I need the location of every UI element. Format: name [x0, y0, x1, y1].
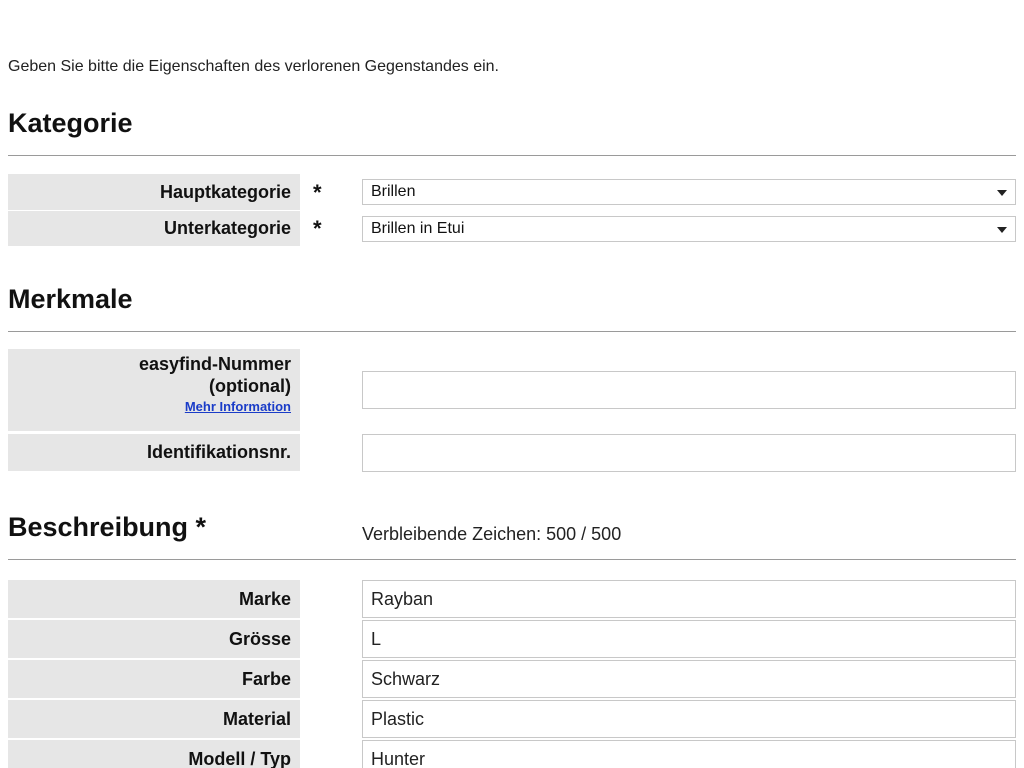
modell-typ-input[interactable]: Hunter: [362, 740, 1016, 768]
hauptkategorie-value: Brillen: [371, 183, 416, 200]
groesse-input[interactable]: L: [362, 620, 1016, 658]
section-title-merkmale: Merkmale: [8, 284, 133, 314]
easyfind-label-line2: (optional): [209, 376, 291, 396]
farbe-input[interactable]: Schwarz: [362, 660, 1016, 698]
divider: [8, 155, 1016, 156]
easyfind-input[interactable]: [362, 371, 1016, 409]
chevron-down-icon: [997, 227, 1007, 233]
chevron-down-icon: [997, 190, 1007, 196]
divider: [8, 559, 1016, 560]
hauptkategorie-label: Hauptkategorie: [8, 174, 300, 210]
section-title-kategorie: Kategorie: [8, 108, 133, 138]
marke-input[interactable]: Rayban: [362, 580, 1016, 618]
required-marker: *: [313, 180, 322, 205]
marke-label: Marke: [8, 580, 300, 618]
required-marker: *: [313, 216, 322, 241]
material-label: Material: [8, 700, 300, 738]
divider: [8, 331, 1016, 332]
easyfind-label-line1: easyfind-Nummer: [138, 354, 291, 374]
remaining-chars: Verbleibende Zeichen: 500 / 500: [362, 524, 622, 544]
material-input[interactable]: Plastic: [362, 700, 1016, 738]
intro-text: Geben Sie bitte die Eigenschaften des ve…: [8, 58, 499, 75]
unterkategorie-select[interactable]: Brillen in Etui: [362, 216, 1016, 242]
modell-typ-label: Modell / Typ: [8, 740, 300, 768]
mehr-information-link[interactable]: Mehr Information: [185, 399, 291, 414]
section-title-beschreibung: Beschreibung *: [8, 512, 207, 542]
identifikation-input[interactable]: [362, 434, 1016, 472]
unterkategorie-value: Brillen in Etui: [371, 220, 465, 237]
farbe-label: Farbe: [8, 660, 300, 698]
easyfind-label: easyfind-Nummer (optional) Mehr Informat…: [8, 349, 300, 431]
groesse-label: Grösse: [8, 620, 300, 658]
unterkategorie-label: Unterkategorie: [8, 211, 300, 246]
page: Geben Sie bitte die Eigenschaften des ve…: [0, 0, 1024, 768]
identifikation-label: Identifikationsnr.: [8, 434, 300, 471]
hauptkategorie-select[interactable]: Brillen: [362, 179, 1016, 205]
